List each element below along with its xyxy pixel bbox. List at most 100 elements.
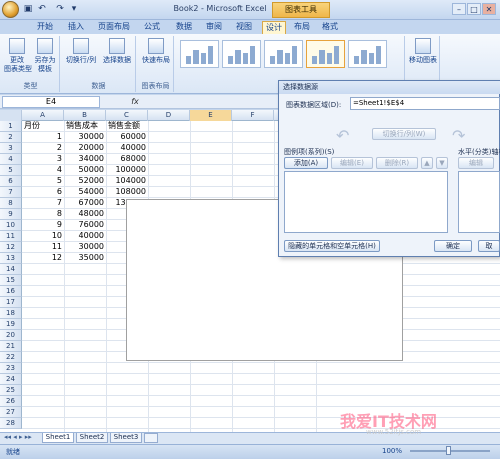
chart-style-1[interactable] bbox=[180, 40, 219, 68]
row-header[interactable]: 28 bbox=[0, 418, 22, 429]
move-chart-button[interactable]: 移动图表 bbox=[406, 38, 440, 65]
cell[interactable]: 67000 bbox=[66, 198, 104, 209]
row-header[interactable]: 18 bbox=[0, 308, 22, 319]
cell[interactable]: 50000 bbox=[66, 165, 104, 176]
series-list[interactable] bbox=[284, 171, 448, 233]
row-header[interactable]: 21 bbox=[0, 341, 22, 352]
cell[interactable]: 76000 bbox=[66, 220, 104, 231]
cell[interactable]: 20000 bbox=[66, 143, 104, 154]
cell[interactable]: 108000 bbox=[108, 187, 146, 198]
select-data-button[interactable]: 选择数据 bbox=[100, 38, 134, 65]
cell[interactable]: 11 bbox=[24, 242, 62, 253]
tab-layout[interactable]: 布局 bbox=[290, 21, 314, 34]
close-button[interactable]: ✕ bbox=[482, 3, 496, 15]
cell[interactable]: 6 bbox=[24, 187, 62, 198]
row-header[interactable]: 11 bbox=[0, 231, 22, 242]
qat-dropdown-icon[interactable]: ▾ bbox=[68, 3, 80, 15]
cell[interactable]: 9 bbox=[24, 220, 62, 231]
cell[interactable]: 48000 bbox=[66, 209, 104, 220]
cell[interactable]: 30000 bbox=[66, 132, 104, 143]
cell[interactable]: 2 bbox=[24, 143, 62, 154]
cancel-button[interactable]: 取 bbox=[478, 240, 500, 252]
sheet-tab-1[interactable]: Sheet1 bbox=[42, 433, 74, 443]
row-header[interactable]: 1 bbox=[0, 121, 22, 132]
delete-series-button[interactable]: 删除(R) bbox=[376, 157, 418, 169]
tab-review[interactable]: 审阅 bbox=[200, 21, 228, 34]
row-header[interactable]: 4 bbox=[0, 154, 22, 165]
column-header-f[interactable]: F bbox=[232, 110, 274, 121]
switch-row-column-dialog-button[interactable]: 切换行/列(W) bbox=[372, 128, 436, 140]
move-down-button[interactable]: ▼ bbox=[436, 157, 448, 169]
row-header[interactable]: 9 bbox=[0, 209, 22, 220]
maximize-button[interactable]: □ bbox=[467, 3, 481, 15]
cell[interactable]: 销售金额 bbox=[108, 121, 146, 132]
row-header[interactable]: 22 bbox=[0, 352, 22, 363]
row-header[interactable]: 16 bbox=[0, 286, 22, 297]
cell[interactable]: 销售成本 bbox=[66, 121, 104, 132]
cell[interactable]: 12 bbox=[24, 253, 62, 264]
zoom-level[interactable]: 100% bbox=[382, 447, 402, 455]
cell[interactable]: 7 bbox=[24, 198, 62, 209]
cell[interactable]: 1 bbox=[24, 132, 62, 143]
zoom-slider-handle[interactable] bbox=[446, 446, 451, 455]
row-header[interactable]: 12 bbox=[0, 242, 22, 253]
cell[interactable]: 54000 bbox=[66, 187, 104, 198]
row-header[interactable]: 27 bbox=[0, 407, 22, 418]
cell[interactable]: 40000 bbox=[108, 143, 146, 154]
cell[interactable]: 34000 bbox=[66, 154, 104, 165]
tab-format[interactable]: 格式 bbox=[318, 21, 342, 34]
edit-series-button[interactable]: 编辑(E) bbox=[331, 157, 373, 169]
chart-style-3[interactable] bbox=[264, 40, 303, 68]
axis-labels-list[interactable] bbox=[458, 171, 500, 233]
cell[interactable]: 4 bbox=[24, 165, 62, 176]
row-header[interactable]: 25 bbox=[0, 385, 22, 396]
office-button[interactable] bbox=[2, 1, 19, 18]
row-header[interactable]: 13 bbox=[0, 253, 22, 264]
row-header[interactable]: 15 bbox=[0, 275, 22, 286]
sheet-tab-3[interactable]: Sheet3 bbox=[110, 433, 142, 443]
cell[interactable]: 104000 bbox=[108, 176, 146, 187]
insert-function-button[interactable]: fx bbox=[128, 96, 142, 108]
column-header-c[interactable]: C bbox=[106, 110, 148, 121]
quick-layout-button[interactable]: 快速布局 bbox=[139, 38, 173, 65]
row-header[interactable]: 24 bbox=[0, 374, 22, 385]
chart-style-2[interactable] bbox=[222, 40, 261, 68]
chart-range-input[interactable]: =Sheet1!$E$4 bbox=[350, 97, 500, 110]
add-series-button[interactable]: 添加(A) bbox=[284, 157, 328, 169]
column-header-d[interactable]: D bbox=[148, 110, 190, 121]
save-icon[interactable]: ▣ bbox=[22, 3, 34, 15]
cell[interactable]: 8 bbox=[24, 209, 62, 220]
chart-style-5[interactable] bbox=[348, 40, 387, 68]
redo-icon[interactable]: ↷ bbox=[54, 3, 66, 15]
insert-sheet-icon[interactable] bbox=[144, 433, 158, 443]
cell[interactable]: 月份 bbox=[24, 121, 62, 132]
column-header-a[interactable]: A bbox=[22, 110, 64, 121]
column-header-b[interactable]: B bbox=[64, 110, 106, 121]
change-chart-type-button[interactable]: 更改 图表类型 bbox=[4, 38, 32, 74]
hidden-empty-cells-button[interactable]: 隐藏的单元格和空单元格(H) bbox=[284, 240, 380, 252]
switch-row-column-button[interactable]: 切换行/列 bbox=[64, 38, 98, 65]
cell[interactable]: 40000 bbox=[66, 231, 104, 242]
ok-button[interactable]: 确定 bbox=[434, 240, 472, 252]
row-header[interactable]: 10 bbox=[0, 220, 22, 231]
cell[interactable]: 35000 bbox=[66, 253, 104, 264]
cell[interactable]: 60000 bbox=[108, 132, 146, 143]
column-header-e[interactable]: E bbox=[190, 110, 232, 121]
chart-style-4[interactable] bbox=[306, 40, 345, 68]
row-header[interactable]: 14 bbox=[0, 264, 22, 275]
tab-insert[interactable]: 插入 bbox=[62, 21, 90, 34]
tab-data[interactable]: 数据 bbox=[170, 21, 198, 34]
row-header[interactable]: 26 bbox=[0, 396, 22, 407]
cell[interactable]: 52000 bbox=[66, 176, 104, 187]
tab-formulas[interactable]: 公式 bbox=[138, 21, 166, 34]
row-header[interactable]: 2 bbox=[0, 132, 22, 143]
row-header[interactable]: 7 bbox=[0, 187, 22, 198]
tab-home[interactable]: 开始 bbox=[30, 21, 60, 34]
row-header[interactable]: 19 bbox=[0, 319, 22, 330]
row-header[interactable]: 6 bbox=[0, 176, 22, 187]
sheet-nav-icons[interactable]: ◂◂ ◂ ▸ ▸▸ bbox=[4, 433, 32, 441]
cell[interactable]: 30000 bbox=[66, 242, 104, 253]
cell[interactable]: 5 bbox=[24, 176, 62, 187]
edit-axis-button[interactable]: 编辑 bbox=[458, 157, 494, 169]
cell[interactable]: 68000 bbox=[108, 154, 146, 165]
